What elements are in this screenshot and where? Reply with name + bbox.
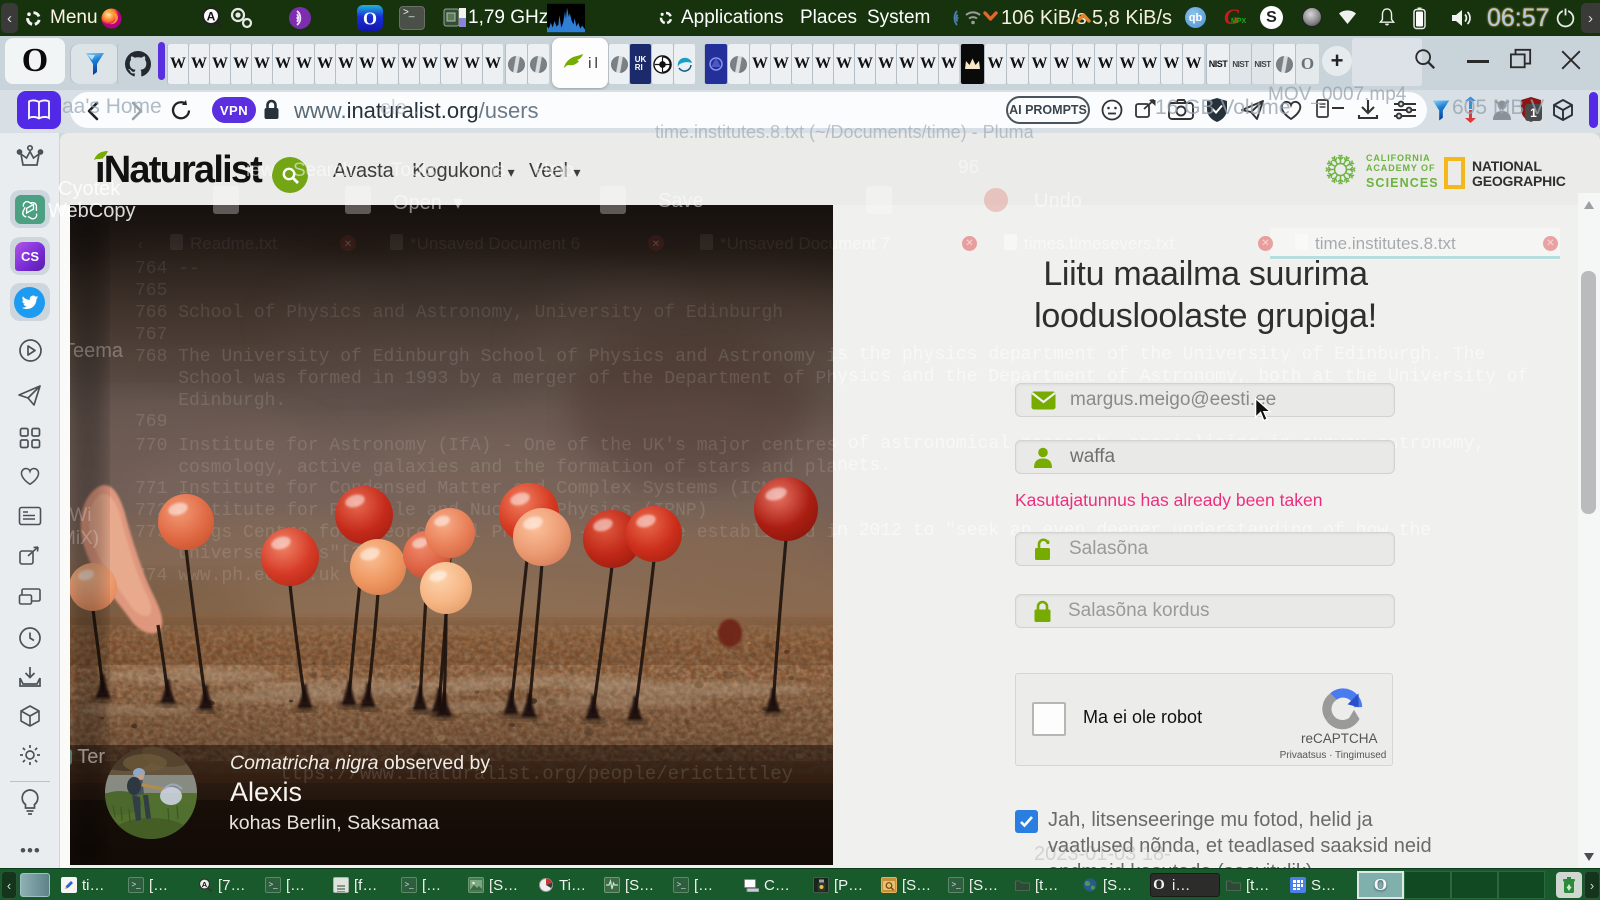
svg-text:A: A [201, 880, 207, 889]
svg-text:Edinburgh.: Edinburgh. [135, 391, 286, 411]
svg-text:770 Institute for Astronomy (I: 770 Institute for Astronomy (IfA) - One … [135, 436, 833, 456]
svg-text:O: O [363, 9, 377, 29]
svg-text:771 Institute for Condensed Ma: 771 Institute for Condensed Matter and C… [135, 479, 805, 499]
svg-text:School was formed in 1993 by a: School was formed in 1993 by a merger of… [135, 369, 833, 389]
svg-text:A: A [207, 10, 216, 24]
svg-text:cosmology, active galaxies and: cosmology, active galaxies and the forma… [135, 458, 833, 478]
svg-text:769: 769 [135, 412, 167, 432]
svg-text:universe works"[3]: universe works"[3] [135, 544, 373, 564]
svg-text:773 Higgs Centre for Theoretic: 773 Higgs Centre for Theoretical Physics… [135, 523, 833, 543]
